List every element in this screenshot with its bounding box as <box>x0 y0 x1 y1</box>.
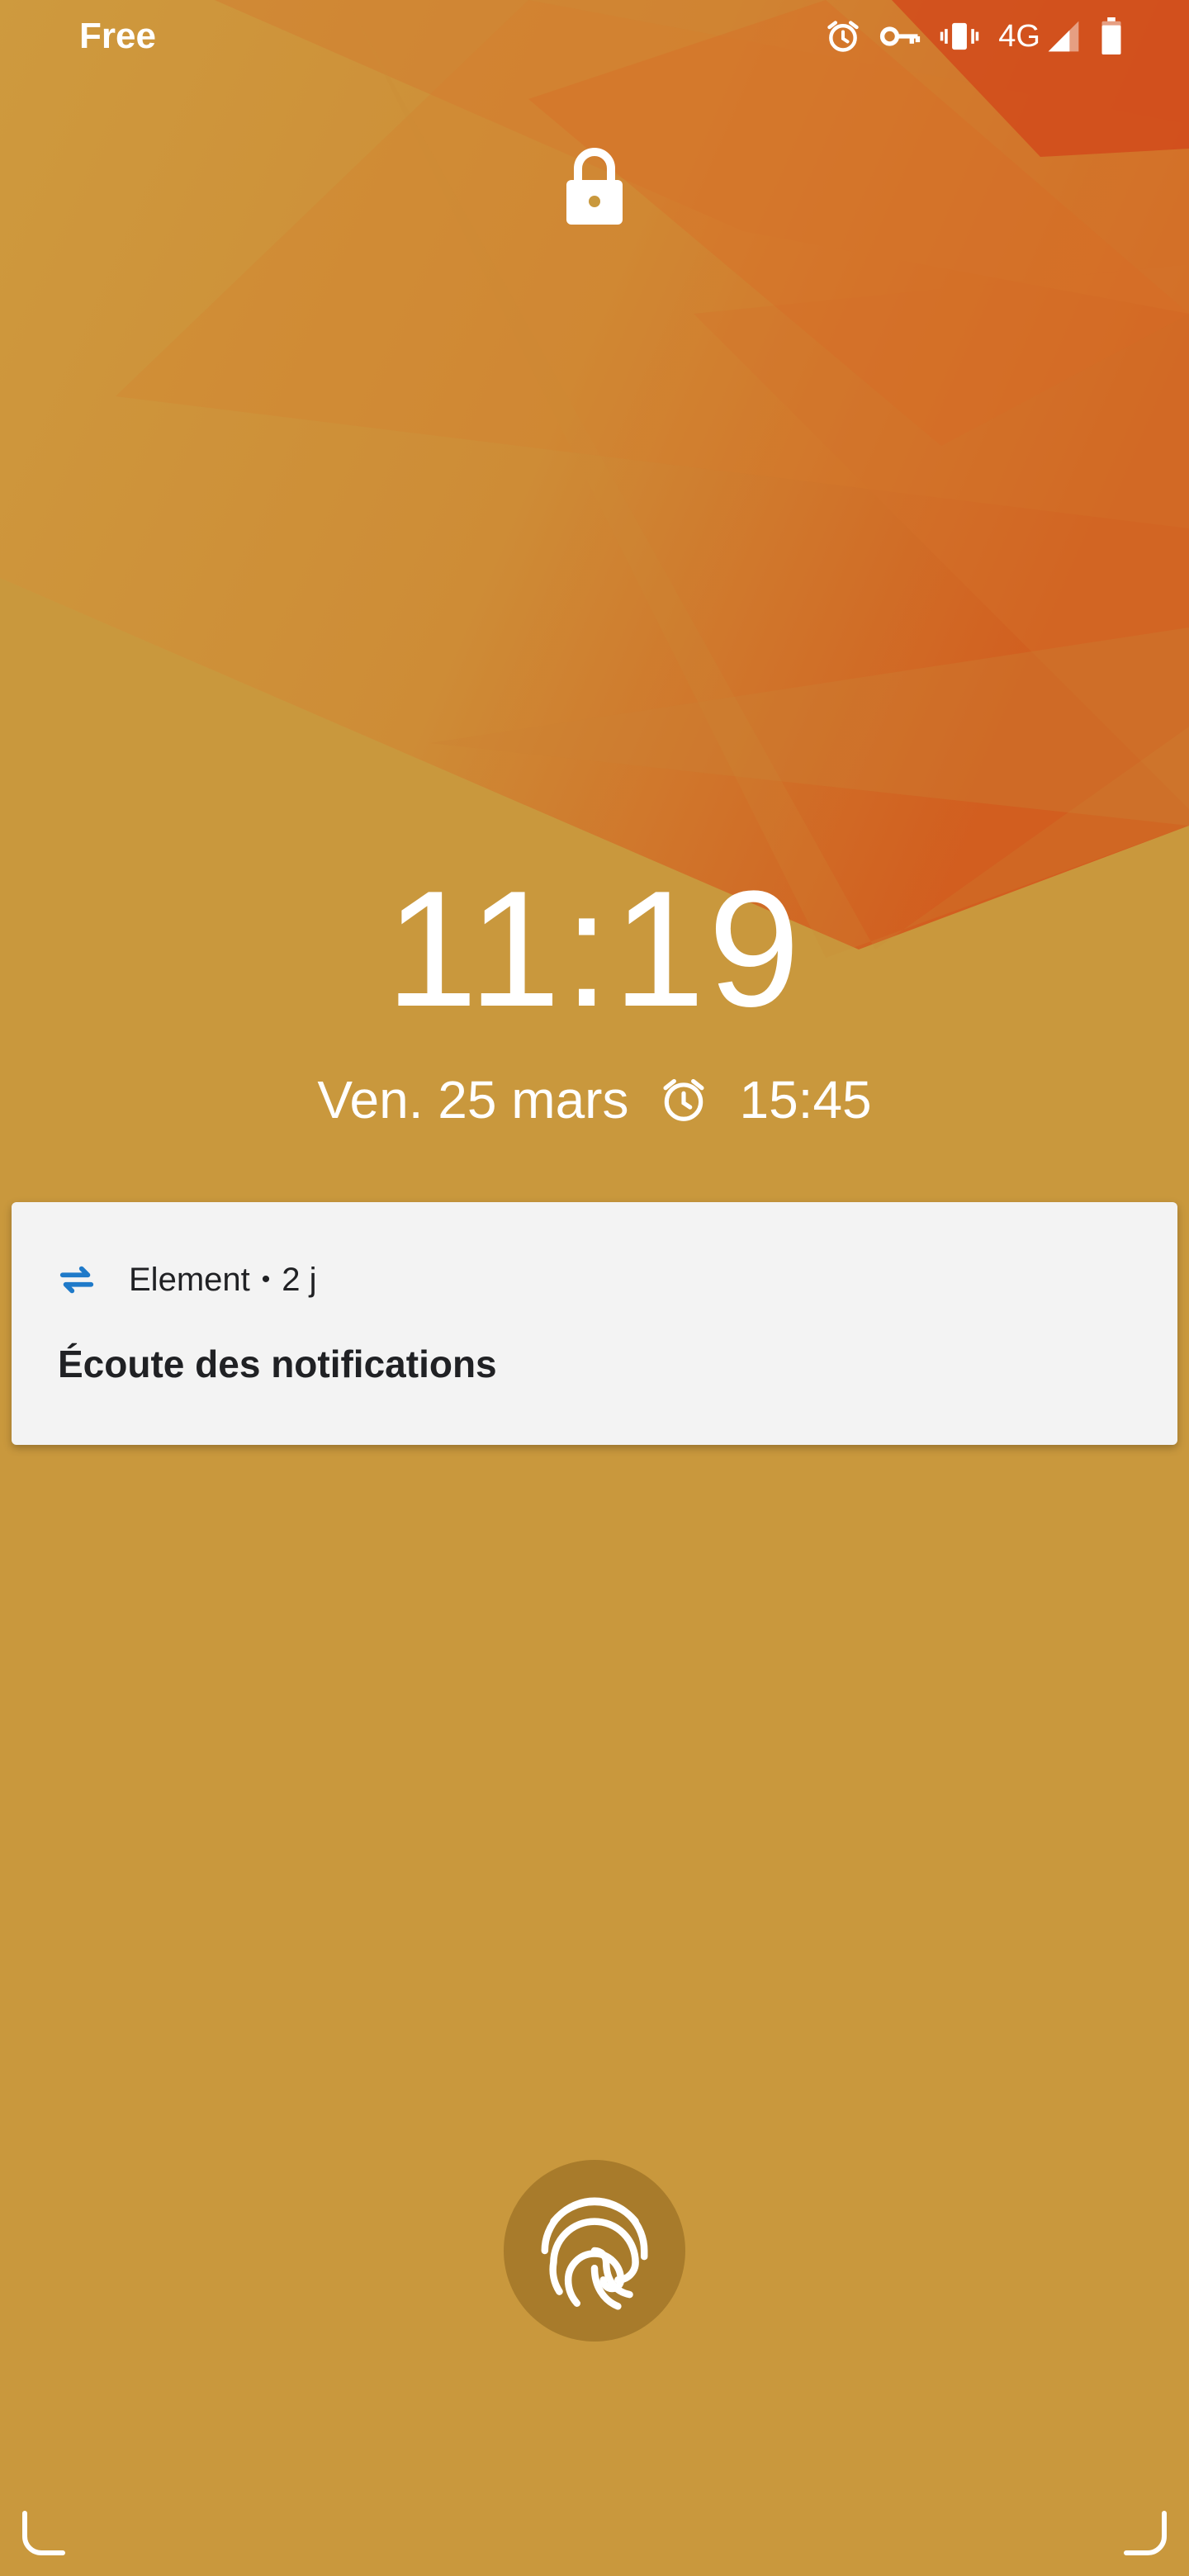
alarm-icon <box>663 1078 705 1121</box>
battery-icon <box>1101 17 1121 55</box>
date-label: Ven. 25 mars <box>317 1070 629 1129</box>
network-type-label: 4G <box>998 19 1040 54</box>
alarm-time-label: 15:45 <box>739 1070 872 1129</box>
vibrate-icon <box>940 22 979 50</box>
alarm-icon <box>827 21 859 52</box>
element-app-icon <box>59 1266 94 1294</box>
notification-header: Element • 2 j <box>58 1257 317 1303</box>
vpn-key-icon <box>880 26 921 46</box>
corner-bracket-right-icon <box>1124 2511 1167 2555</box>
fingerprint-icon <box>541 2197 648 2310</box>
notification-separator: • <box>261 1266 271 1293</box>
notification-title: Écoute des notifications <box>58 1342 497 1385</box>
corner-bracket-left-icon <box>22 2511 65 2555</box>
fingerprint-button[interactable] <box>504 2160 685 2342</box>
notification-app-name: Element <box>129 1261 250 1298</box>
notification-age: 2 j <box>282 1261 317 1298</box>
carrier-label: Free <box>79 16 156 56</box>
lock-screen-clock: 11:19 <box>386 857 803 1041</box>
status-bar: Free 4G <box>0 0 1189 73</box>
lock-icon[interactable] <box>561 145 628 228</box>
signal-icon <box>1048 21 1079 52</box>
status-icons: 4G <box>807 13 1123 59</box>
date-alarm-row: Ven. 25 mars 15:45 <box>0 1065 1189 1134</box>
notification-card[interactable]: Element • 2 j Écoute des notifications <box>12 1202 1177 1445</box>
